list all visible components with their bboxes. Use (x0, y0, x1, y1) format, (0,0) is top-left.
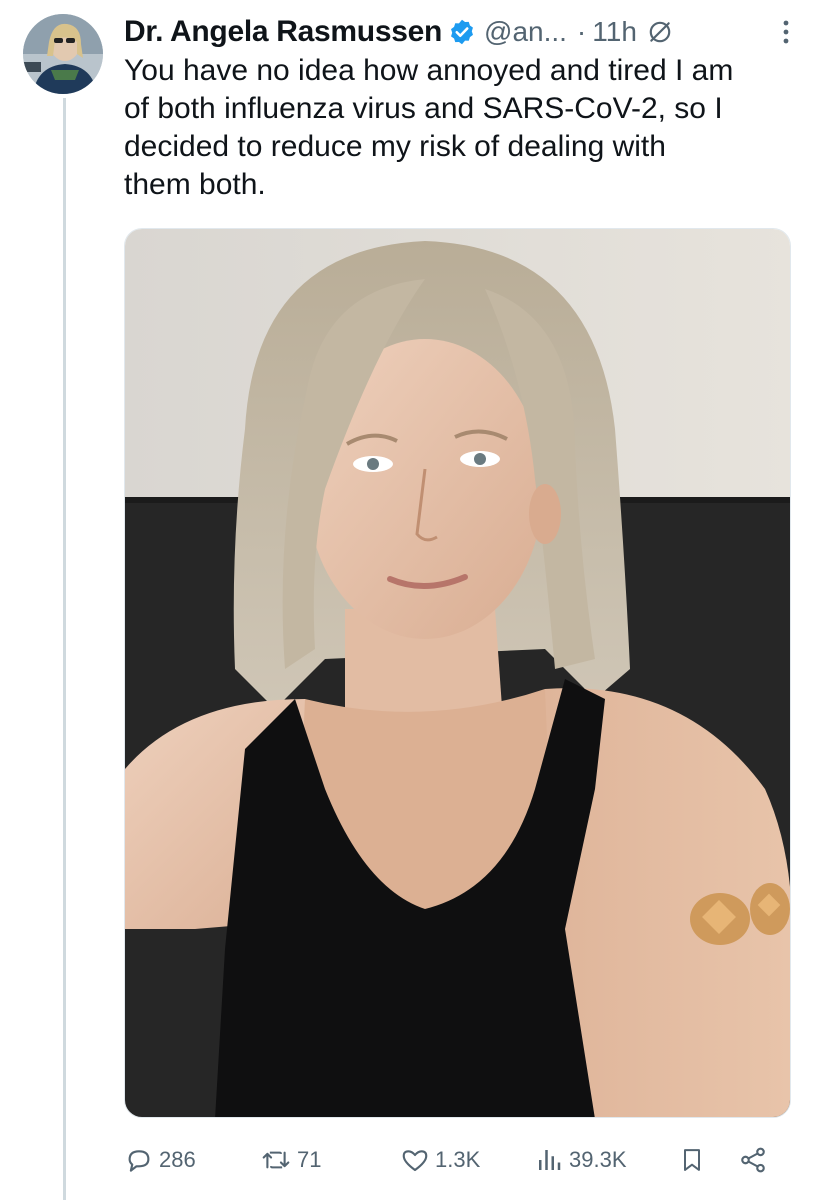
reply-button[interactable]: 286 (124, 1140, 196, 1180)
share-icon (741, 1147, 765, 1173)
thread-line (63, 98, 66, 1200)
like-count: 1.3K (435, 1147, 481, 1172)
tweet-actions: 286 71 1.3K 39.3K (124, 1140, 794, 1180)
heart-icon (402, 1150, 428, 1172)
header-separator: · (576, 16, 587, 47)
verified-badge-icon[interactable] (448, 18, 476, 46)
bookmark-button[interactable] (678, 1140, 706, 1180)
tweet: Dr. Angela Rasmussen @an... · 11h You ha… (0, 0, 815, 1200)
tweet-timestamp[interactable]: 11h (592, 16, 637, 48)
tweet-text: You have no idea how annoyed and tired I… (124, 54, 734, 201)
bookmark-icon (684, 1149, 700, 1171)
retweet-button[interactable]: 71 (260, 1140, 321, 1180)
author-display-name[interactable]: Dr. Angela Rasmussen (124, 15, 442, 49)
tweet-header: Dr. Angela Rasmussen @an... · 11h (124, 12, 795, 52)
views-count: 39.3K (569, 1147, 627, 1172)
like-button[interactable]: 1.3K (400, 1140, 480, 1180)
retweet-count: 71 (297, 1147, 322, 1172)
grok-icon[interactable] (647, 19, 673, 45)
avatar[interactable] (23, 14, 103, 94)
retweet-icon (262, 1151, 290, 1169)
tweet-photo[interactable] (124, 228, 791, 1118)
share-button[interactable] (738, 1140, 768, 1180)
avatar-image (23, 14, 103, 94)
views-button[interactable]: 39.3K (534, 1140, 627, 1180)
more-options-icon[interactable] (781, 18, 791, 46)
author-handle[interactable]: @an... (484, 16, 567, 48)
reply-icon (128, 1150, 150, 1172)
views-bar-chart-icon (539, 1150, 561, 1170)
reply-count: 286 (159, 1147, 196, 1172)
